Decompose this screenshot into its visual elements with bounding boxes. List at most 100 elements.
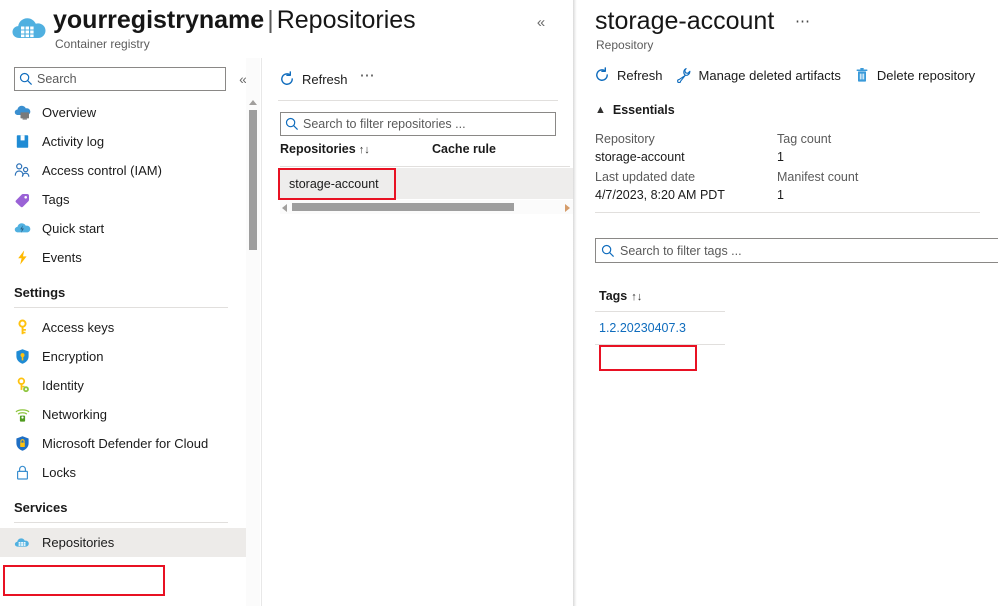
sidebar-item-locks[interactable]: Locks (0, 458, 246, 487)
blade-subtitle: Repository (596, 38, 654, 52)
column-header-repositories[interactable]: Repositories ↑↓ (280, 142, 370, 156)
sidebar-item-networking[interactable]: Networking (0, 400, 246, 429)
sidebar-item-quick-start[interactable]: Quick start (0, 214, 246, 243)
sort-arrows-icon: ↑↓ (631, 291, 643, 303)
access-control-people-icon (14, 162, 31, 179)
repositories-filter-input[interactable]: Search to filter repositories ... (280, 112, 556, 136)
column-header-tags[interactable]: Tags ↑↓ (599, 288, 642, 303)
refresh-button[interactable]: Refresh (593, 66, 663, 84)
essentials-field-last-updated-date: Last updated date 4/7/2023, 8:20 AM PDT (595, 168, 725, 204)
refresh-button[interactable]: Refresh (278, 70, 348, 88)
sidebar-item-events[interactable]: Events (0, 243, 246, 272)
menu-group-label: Settings (14, 285, 66, 300)
chevron-up-icon: ▲ (595, 104, 606, 116)
menu-collapse-chevron-icon[interactable]: « (234, 70, 246, 88)
menu-search-wrapper: Search (14, 67, 226, 91)
sidebar-item-label: Locks (42, 465, 76, 480)
table-row[interactable]: storage-account (280, 168, 573, 199)
sidebar-item-overview[interactable]: Overview (0, 98, 246, 127)
toolbar-divider (278, 100, 558, 101)
menu-vertical-scrollbar[interactable] (246, 58, 260, 606)
ellipsis-icon[interactable]: ⋯ (795, 12, 812, 30)
repository-name-cell[interactable]: storage-account (280, 177, 379, 191)
sidebar-item-access-keys[interactable]: Access keys (0, 313, 246, 342)
encryption-shield-icon (14, 348, 31, 365)
search-placeholder: Search (37, 72, 77, 86)
menu-group-divider (14, 307, 228, 308)
sidebar-item-defender-for-cloud[interactable]: Microsoft Defender for Cloud (0, 429, 246, 458)
sidebar-item-label: Microsoft Defender for Cloud (42, 436, 209, 451)
scroll-up-arrow-icon[interactable] (249, 100, 257, 105)
resource-menu: Search « Overview (0, 58, 246, 606)
sidebar-item-label: Access keys (42, 320, 115, 335)
column-header-cache-rule[interactable]: Cache rule (432, 142, 496, 156)
sidebar-item-activity-log[interactable]: Activity log (0, 127, 246, 156)
field-value: 1 (777, 188, 784, 202)
events-lightning-icon (14, 249, 31, 266)
essentials-field-manifest-count: Manifest count 1 (777, 168, 858, 204)
essentials-section-header[interactable]: ▲ Essentials (595, 103, 675, 117)
menu-item-list: Overview Activity log Access control (IA… (0, 98, 246, 557)
quick-start-icon (14, 220, 31, 237)
resource-header: yourregistryname | Repositories Container … (0, 0, 573, 58)
column-header-label: Cache rule (432, 142, 496, 156)
essentials-row: Last updated date 4/7/2023, 8:20 AM PDT … (595, 168, 995, 206)
collapse-pane-chevron-icon[interactable]: « (528, 10, 554, 36)
sidebar-item-label: Encryption (42, 349, 104, 364)
container-registry-icon (12, 14, 48, 44)
blade-title: storage-account (595, 7, 775, 35)
activity-log-icon (14, 133, 31, 150)
trash-icon (853, 66, 871, 84)
search-icon (19, 72, 37, 86)
repositories-horizontal-scrollbar[interactable] (280, 200, 573, 214)
manage-deleted-artifacts-button[interactable]: Manage deleted artifacts (675, 66, 841, 84)
sidebar-item-label: Quick start (42, 221, 105, 236)
column-header-label: Repositories (280, 142, 356, 156)
identity-key-icon (14, 377, 31, 394)
sidebar-item-access-control[interactable]: Access control (IAM) (0, 156, 246, 185)
sidebar-item-label: Access control (IAM) (42, 163, 162, 178)
scroll-right-arrow-icon[interactable] (565, 204, 570, 212)
menu-group-divider (14, 522, 228, 523)
scrollbar-thumb[interactable] (292, 203, 514, 211)
repository-detail-blade: storage-account ⋯ Repository Refresh Man… (577, 0, 998, 606)
table-row[interactable]: 1.2.20230407.3 (595, 312, 725, 343)
lock-icon (14, 464, 31, 481)
column-header-label: Tags (599, 289, 628, 303)
repositories-grid-header: Repositories ↑↓ Cache rule (280, 142, 570, 164)
overview-cloud-icon (14, 104, 31, 121)
sidebar-item-tags[interactable]: Tags (0, 185, 246, 214)
sidebar-item-encryption[interactable]: Encryption (0, 342, 246, 371)
tags-row-divider (595, 344, 725, 345)
networking-icon (14, 406, 31, 423)
sidebar-item-label: Tags (42, 192, 70, 207)
title-separator: | (267, 6, 274, 34)
field-label: Manifest count (777, 170, 859, 184)
repositories-toolbar: Refresh ⋯ (278, 66, 376, 92)
search-input[interactable]: Search (14, 67, 226, 91)
sort-arrows-icon: ↑↓ (358, 144, 370, 156)
search-icon (601, 244, 620, 258)
repositories-icon (14, 534, 31, 551)
sidebar-item-repositories[interactable]: Repositories (0, 528, 246, 557)
scroll-left-arrow-icon[interactable] (282, 204, 287, 212)
sub-page-title: Repositories (276, 6, 416, 34)
tag-link[interactable]: 1.2.20230407.3 (595, 321, 686, 335)
azure-portal-screenshot: yourregistryname | Repositories Container … (0, 0, 998, 606)
tags-filter-input[interactable]: Search to filter tags ... (595, 238, 998, 263)
ellipsis-icon[interactable]: ⋯ (360, 68, 377, 87)
sidebar-item-label: Activity log (42, 134, 105, 149)
field-value: 4/7/2023, 8:20 AM PDT (595, 188, 725, 202)
repositories-filter-placeholder: Search to filter repositories ... (303, 117, 466, 131)
sidebar-item-label: Identity (42, 378, 84, 393)
resource-left-pane: yourregistryname | Repositories Container … (0, 0, 573, 606)
sidebar-item-identity[interactable]: Identity (0, 371, 246, 400)
refresh-icon (278, 70, 296, 88)
registry-name: yourregistryname (53, 6, 265, 34)
scrollbar-thumb[interactable] (249, 110, 257, 250)
tag-icon (14, 191, 31, 208)
delete-repository-button[interactable]: Delete repository (853, 66, 975, 84)
field-label: Last updated date (595, 170, 696, 184)
menu-group-services: Services (0, 487, 246, 518)
wrench-icon (675, 66, 693, 84)
